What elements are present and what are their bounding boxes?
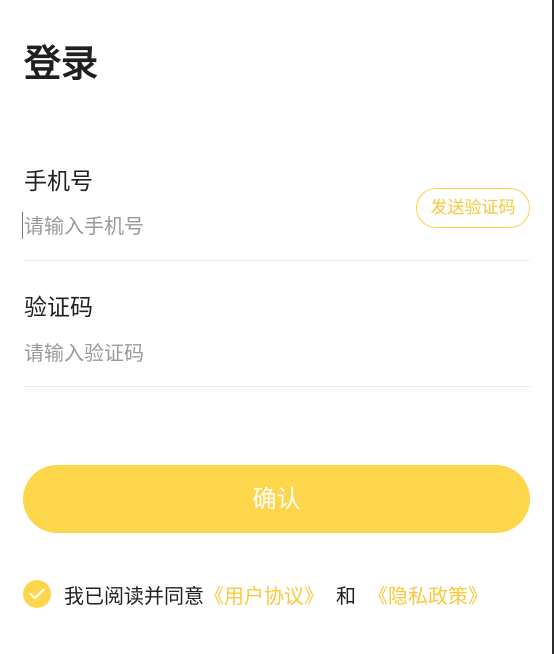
code-divider bbox=[24, 386, 530, 387]
confirm-button[interactable]: 确认 bbox=[23, 465, 530, 533]
privacy-policy-link[interactable]: 《隐私政策》 bbox=[368, 580, 488, 609]
text-caret bbox=[22, 212, 23, 239]
phone-divider bbox=[24, 260, 530, 261]
send-code-button[interactable]: 发送验证码 bbox=[416, 188, 530, 228]
agreement-conjunction: 和 bbox=[336, 583, 356, 608]
checkmark-icon bbox=[29, 588, 45, 600]
check-circle-icon[interactable] bbox=[23, 580, 51, 608]
agreement-row: 我已阅读并同意 《用户协议》 和 《隐私政策》 bbox=[23, 578, 488, 610]
phone-label: 手机号 bbox=[24, 169, 93, 195]
user-agreement-link[interactable]: 《用户协议》 bbox=[204, 580, 324, 609]
phone-input[interactable] bbox=[24, 211, 404, 241]
agreement-prefix: 我已阅读并同意 bbox=[64, 583, 204, 608]
code-label: 验证码 bbox=[24, 295, 93, 321]
page-title: 登录 bbox=[24, 42, 98, 85]
code-input[interactable] bbox=[24, 338, 524, 368]
